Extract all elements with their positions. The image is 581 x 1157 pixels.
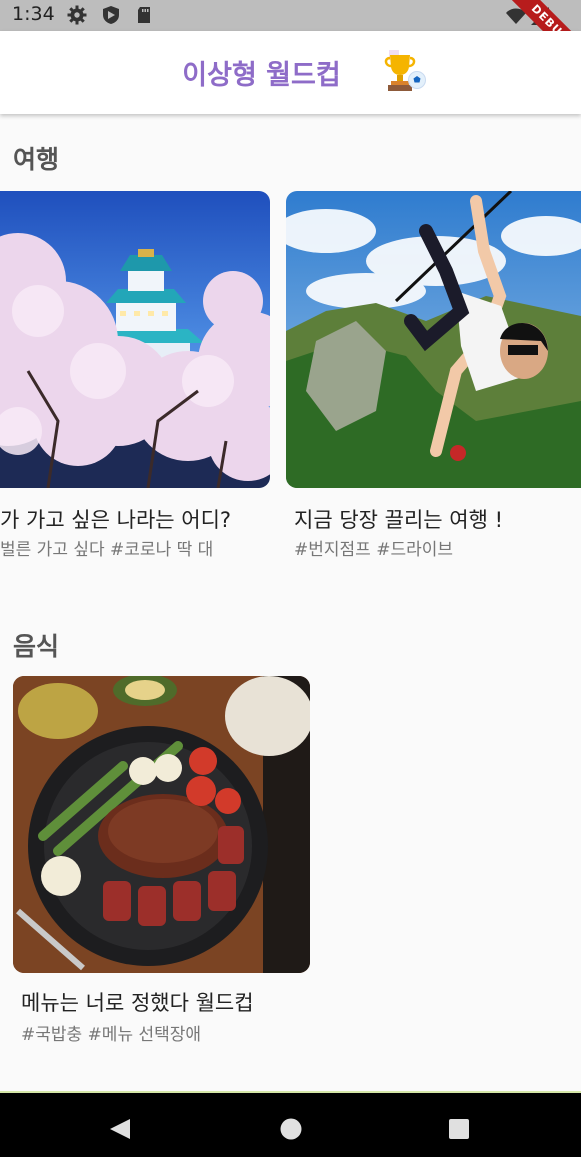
card-tags-countries: 벌른 가고 싶다 #코로나 딱 대 <box>0 540 214 560</box>
shield-icon <box>103 6 119 24</box>
section-title-travel: 여행 <box>13 145 60 174</box>
system-nav-bar <box>0 1093 581 1157</box>
card-title-countries[interactable]: 가 가고 싶은 나라는 어디? <box>0 504 231 534</box>
zipline-image <box>286 191 581 488</box>
recents-square-icon[interactable] <box>447 1117 471 1141</box>
card-title-trip[interactable]: 지금 당장 끌리는 여행 ! <box>294 504 503 534</box>
card-title-menu[interactable]: 메뉴는 너로 정했다 월드컵 <box>21 987 254 1017</box>
trophy-icon <box>384 50 426 91</box>
app-title-text: 이상형 월드컵 <box>182 60 341 91</box>
steak-image <box>13 676 310 973</box>
status-bar: 1:34 DEBUG <box>0 0 581 78</box>
card-image-steak[interactable] <box>13 676 310 973</box>
card-image-osaka[interactable] <box>0 191 270 488</box>
card-tags-menu: #국밥충 #메뉴 선택장애 <box>21 1025 202 1045</box>
status-time: 1:34 <box>12 3 55 25</box>
card-tags-trip: #번지점프 #드라이브 <box>294 540 454 560</box>
app-title: 이상형 월드컵 <box>0 53 581 92</box>
home-circle-icon[interactable] <box>279 1117 303 1141</box>
osaka-castle-image <box>0 191 270 488</box>
app-bar: 이상형 월드컵 <box>0 31 581 114</box>
back-triangle-icon[interactable] <box>108 1117 132 1141</box>
section-title-food: 음식 <box>13 632 60 661</box>
settings-gear-icon <box>67 5 87 25</box>
sd-card-icon <box>138 7 150 23</box>
card-image-zipline[interactable] <box>286 191 581 488</box>
